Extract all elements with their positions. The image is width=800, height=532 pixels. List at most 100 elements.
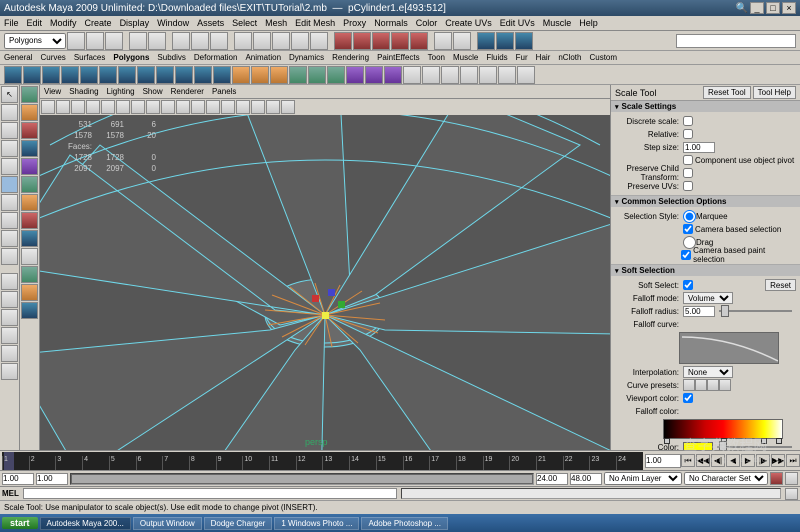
scale-tool-icon[interactable] [1, 176, 18, 193]
range-start-inner-field[interactable] [36, 473, 68, 485]
soft-mod-icon[interactable] [1, 212, 18, 229]
snap-live-icon[interactable] [410, 32, 428, 50]
tool-new-icon[interactable] [67, 32, 85, 50]
viewport-color-checkbox[interactable] [683, 393, 693, 403]
shelf-platonic-icon[interactable] [213, 66, 231, 84]
shelf-tab-surfaces[interactable]: Surfaces [74, 53, 106, 62]
section-common-selection[interactable]: Common Selection Options [611, 196, 800, 207]
vp-xray-icon[interactable] [281, 100, 295, 114]
vp-textured-icon[interactable] [206, 100, 220, 114]
menu-edit-uvs[interactable]: Edit UVs [500, 18, 535, 28]
play-back-button[interactable]: ◀ [726, 454, 740, 467]
vp-shadows-icon[interactable] [236, 100, 250, 114]
ql-5-icon[interactable] [21, 158, 38, 175]
range-start-outer-field[interactable] [2, 473, 34, 485]
move-tool-icon[interactable] [1, 140, 18, 157]
ql-13-icon[interactable] [21, 302, 38, 319]
falloff-radius-slider[interactable] [719, 310, 792, 312]
shelf-tab-deformation[interactable]: Deformation [194, 53, 238, 62]
render-frame-icon[interactable] [477, 32, 495, 50]
section-soft-selection[interactable]: Soft Selection [611, 265, 800, 276]
shelf-combine-icon[interactable] [232, 66, 250, 84]
vp-image-plane-icon[interactable] [71, 100, 85, 114]
menu-assets[interactable]: Assets [197, 18, 224, 28]
prev-key-button[interactable]: ◀| [711, 454, 725, 467]
taskbar-maya[interactable]: Autodesk Maya 200... [40, 517, 131, 530]
menu-file[interactable]: File [4, 18, 19, 28]
shelf-sculpt-icon[interactable] [403, 66, 421, 84]
shelf-tab-general[interactable]: General [4, 53, 32, 62]
preset-1-icon[interactable] [683, 379, 695, 391]
vp-hq-icon[interactable] [251, 100, 265, 114]
shelf-tab-fluids[interactable]: Fluids [486, 53, 507, 62]
shelf-tab-fur[interactable]: Fur [516, 53, 528, 62]
shelf-collapse-icon[interactable] [441, 66, 459, 84]
falloff-curve-editor[interactable] [679, 332, 779, 364]
time-slider[interactable]: 123456789101112131415161718192021222324 … [0, 450, 800, 470]
cmd-language-label[interactable]: MEL [2, 489, 19, 498]
vp-camera-select-icon[interactable] [41, 100, 55, 114]
range-end-inner-field[interactable] [536, 473, 568, 485]
history-on-icon[interactable] [434, 32, 452, 50]
shelf-extrude-icon[interactable] [270, 66, 288, 84]
menu-proxy[interactable]: Proxy [343, 18, 366, 28]
shelf-split-icon[interactable] [365, 66, 383, 84]
fast-fwd-button[interactable]: ⏭ [786, 454, 800, 467]
sel-mode-object-icon[interactable] [191, 32, 209, 50]
mode-dropdown[interactable]: Polygons [4, 33, 66, 49]
menu-edit-mesh[interactable]: Edit Mesh [295, 18, 335, 28]
color-pos-slider[interactable] [717, 446, 792, 448]
falloff-mode-select[interactable]: Volume [683, 292, 733, 304]
layout-two-h-icon[interactable] [1, 309, 18, 326]
shelf-cylinder-icon[interactable] [42, 66, 60, 84]
shelf-tab-subdivs[interactable]: Subdivs [157, 53, 185, 62]
step-fwd-button[interactable]: ▶▶ [771, 454, 785, 467]
shelf-tab-hair[interactable]: Hair [536, 53, 551, 62]
system-tray[interactable] [792, 519, 798, 528]
shelf-insert-edge-icon[interactable] [384, 66, 402, 84]
vp-shaded-icon[interactable] [191, 100, 205, 114]
shelf-bridge-icon[interactable] [327, 66, 345, 84]
mask-face-icon[interactable] [272, 32, 290, 50]
mask-edge-icon[interactable] [253, 32, 271, 50]
shelf-tab-ncloth[interactable]: nCloth [558, 53, 581, 62]
interpolation-select[interactable]: None [683, 366, 733, 378]
window-max-button[interactable]: □ [766, 2, 780, 14]
shelf-plane-icon[interactable] [80, 66, 98, 84]
vp-lights-icon[interactable] [221, 100, 235, 114]
shelf-merge-icon[interactable] [422, 66, 440, 84]
anim-layer-select[interactable]: No Anim Layer [604, 472, 682, 485]
start-button[interactable]: start [2, 517, 38, 529]
lasso-tool-icon[interactable] [1, 104, 18, 121]
shelf-smooth-icon[interactable] [289, 66, 307, 84]
snap-plane-icon[interactable] [391, 32, 409, 50]
range-track[interactable] [70, 473, 534, 485]
snap-curve-icon[interactable] [353, 32, 371, 50]
ql-8-icon[interactable] [21, 212, 38, 229]
relative-checkbox[interactable] [683, 129, 693, 139]
autokey-toggle-icon[interactable] [770, 472, 783, 485]
layout-four-icon[interactable] [1, 291, 18, 308]
layout-single-icon[interactable] [1, 273, 18, 290]
shelf-uv2-icon[interactable] [517, 66, 535, 84]
taskbar-dodge[interactable]: Dodge Charger [204, 517, 273, 530]
ql-6-icon[interactable] [21, 176, 38, 193]
shelf-prism-icon[interactable] [118, 66, 136, 84]
last-tool-icon[interactable] [1, 248, 18, 265]
ql-9-icon[interactable] [21, 230, 38, 247]
current-frame-field[interactable] [645, 454, 681, 468]
ql-1-icon[interactable] [21, 86, 38, 103]
tool-redo-icon[interactable] [148, 32, 166, 50]
preserve-uvs-checkbox[interactable] [683, 181, 693, 191]
viewport-3d[interactable]: persp 5316916 1578157820 Faces: 17281728… [40, 115, 610, 450]
discrete-scale-checkbox[interactable] [683, 116, 693, 126]
vp-res-gate-icon[interactable] [131, 100, 145, 114]
vp-menu-renderer[interactable]: Renderer [171, 87, 204, 96]
camera-sel-checkbox[interactable] [683, 224, 693, 234]
vp-menu-show[interactable]: Show [143, 87, 163, 96]
shelf-tab-muscle[interactable]: Muscle [453, 53, 478, 62]
ql-7-icon[interactable] [21, 194, 38, 211]
menu-display[interactable]: Display [120, 18, 150, 28]
ql-4-icon[interactable] [21, 140, 38, 157]
menu-edit[interactable]: Edit [27, 18, 43, 28]
